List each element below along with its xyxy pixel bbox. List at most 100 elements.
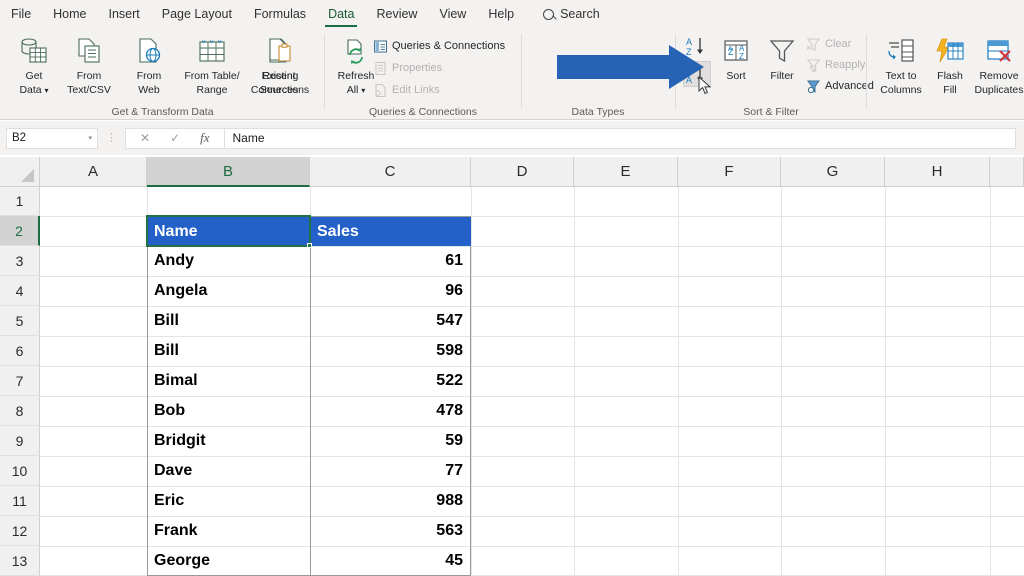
cell-b3[interactable]: Andy — [148, 246, 309, 276]
cell-b8[interactable]: Bob — [148, 396, 309, 426]
column-header-g[interactable]: G — [781, 157, 885, 187]
insert-function-button[interactable]: fx — [200, 130, 209, 146]
row-header-7[interactable]: 7 — [0, 366, 40, 396]
column-header-i-partial[interactable] — [990, 157, 1024, 187]
cancel-entry-button[interactable]: ✕ — [140, 131, 150, 145]
column-header-e[interactable]: E — [574, 157, 678, 187]
existing-connections-button[interactable]: Existing Connections — [242, 32, 318, 104]
queries-connections-label: Queries & Connections — [392, 40, 506, 52]
formula-bar: B2 ▾ ⋮ ✕ ✓ fx Name — [0, 121, 1024, 155]
spreadsheet-grid: A B C D E F G H 1 2 3 4 5 6 7 8 9 10 11 … — [0, 157, 1024, 576]
remove-duplicates-button[interactable]: Remove Duplicates — [971, 32, 1024, 104]
text-to-columns-button[interactable]: Text to Columns — [871, 32, 931, 104]
name-box-value: B2 — [12, 132, 27, 144]
tab-help[interactable]: Help — [477, 2, 525, 27]
row-header-1[interactable]: 1 — [0, 187, 40, 216]
cell-c8[interactable]: 478 — [311, 396, 470, 426]
from-web-button[interactable]: From Web — [120, 32, 178, 104]
filter-button[interactable]: Filter — [760, 32, 804, 104]
cell-b13[interactable]: George — [148, 546, 309, 576]
row-header-10[interactable]: 10 — [0, 456, 40, 486]
clear-filter-button[interactable]: Clear — [806, 34, 851, 54]
row-header-12[interactable]: 12 — [0, 516, 40, 546]
sort-button-label: Sort — [726, 70, 746, 82]
cell-b9[interactable]: Bridgit — [148, 426, 309, 456]
properties-button[interactable]: Properties — [373, 58, 442, 78]
formula-input[interactable]: Name — [224, 127, 1016, 149]
properties-label: Properties — [392, 62, 443, 74]
cell-b4[interactable]: Angela — [148, 276, 309, 306]
confirm-entry-button[interactable]: ✓ — [170, 131, 180, 145]
flash-fill-button[interactable]: Flash Fill — [929, 32, 971, 104]
advanced-filter-button[interactable]: Advanced — [806, 76, 874, 96]
cell-c11[interactable]: 988 — [311, 486, 470, 516]
formula-bar-handle[interactable]: ⋮ — [106, 132, 117, 143]
sort-ascending-icon: A Z — [686, 37, 703, 57]
fill-handle[interactable] — [307, 243, 312, 248]
name-box[interactable]: B2 ▾ — [6, 127, 98, 149]
cell-c7[interactable]: 522 — [311, 366, 470, 396]
cell-b10[interactable]: Dave — [148, 456, 309, 486]
text-file-icon — [75, 34, 103, 68]
row-header-6[interactable]: 6 — [0, 336, 40, 366]
tab-data[interactable]: Data — [317, 2, 365, 27]
chevron-down-icon[interactable]: ▾ — [88, 134, 92, 142]
row-header-5[interactable]: 5 — [0, 306, 40, 336]
cell-c4[interactable]: 96 — [311, 276, 470, 306]
tab-insert[interactable]: Insert — [98, 2, 151, 27]
search-icon — [543, 8, 555, 20]
tab-page-layout[interactable]: Page Layout — [151, 2, 243, 27]
column-header-h[interactable]: H — [885, 157, 990, 187]
tab-review[interactable]: Review — [365, 2, 428, 27]
column-header-c[interactable]: C — [310, 157, 471, 187]
cell-b6[interactable]: Bill — [148, 336, 309, 366]
table-header-sales[interactable]: Sales — [311, 217, 471, 246]
reapply-filter-button[interactable]: Reapply — [806, 55, 865, 75]
properties-icon — [375, 61, 386, 75]
ribbon-group-data-types: St ▲ ▼ Data Types — [522, 28, 674, 120]
queries-connections-button[interactable]: Queries & Connections — [373, 36, 505, 56]
cell-c13[interactable]: 45 — [311, 546, 470, 576]
cell-b11[interactable]: Eric — [148, 486, 309, 516]
column-header-f[interactable]: F — [678, 157, 781, 187]
flash-fill-label-1: Flash — [937, 70, 963, 82]
from-text-csv-button[interactable]: From Text/CSV — [60, 32, 118, 104]
svg-text:Z: Z — [686, 65, 692, 75]
table-header-name[interactable]: Name — [148, 217, 310, 246]
row-header-4[interactable]: 4 — [0, 276, 40, 306]
cell-c6[interactable]: 598 — [311, 336, 470, 366]
cell-c9[interactable]: 59 — [311, 426, 470, 456]
tab-view[interactable]: View — [428, 2, 477, 27]
text-to-columns-label-2: Columns — [880, 84, 922, 96]
svg-text:A: A — [686, 37, 692, 47]
cell-c12[interactable]: 563 — [311, 516, 470, 546]
select-all-corner[interactable] — [0, 157, 40, 187]
edit-links-button[interactable]: Edit Links — [373, 80, 440, 100]
sort-button[interactable]: Z A Z A Sort — [714, 32, 758, 104]
cell-b5[interactable]: Bill — [148, 306, 309, 336]
chevron-down-icon: ▾ — [44, 86, 49, 95]
row-header-9[interactable]: 9 — [0, 426, 40, 456]
column-header-a[interactable]: A — [40, 157, 147, 187]
row-header-2[interactable]: 2 — [0, 216, 40, 246]
search-box[interactable]: Search — [543, 7, 600, 21]
cell-c5[interactable]: 547 — [311, 306, 470, 336]
row-header-13[interactable]: 13 — [0, 546, 40, 576]
column-header-d[interactable]: D — [471, 157, 574, 187]
tab-home[interactable]: Home — [42, 2, 97, 27]
from-text-csv-label-2: Text/CSV — [67, 84, 111, 96]
sort-a-to-z-button[interactable]: A Z — [683, 33, 711, 59]
row-header-3[interactable]: 3 — [0, 246, 40, 276]
cell-b12[interactable]: Frank — [148, 516, 309, 546]
cell-c3[interactable]: 61 — [311, 246, 470, 276]
column-header-b[interactable]: B — [147, 157, 310, 187]
cell-c10[interactable]: 77 — [311, 456, 470, 486]
cell-b7[interactable]: Bimal — [148, 366, 309, 396]
reapply-filter-label: Reapply — [825, 59, 866, 71]
get-data-button[interactable]: Get Data ▾ — [5, 32, 63, 104]
tab-file[interactable]: File — [0, 2, 42, 27]
from-web-label-1: From — [136, 70, 162, 82]
tab-formulas[interactable]: Formulas — [243, 2, 317, 27]
row-header-8[interactable]: 8 — [0, 396, 40, 426]
row-header-11[interactable]: 11 — [0, 486, 40, 516]
